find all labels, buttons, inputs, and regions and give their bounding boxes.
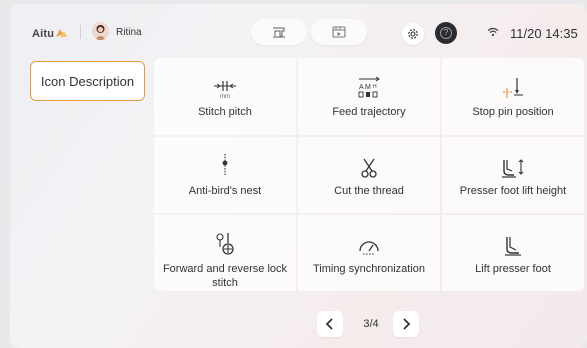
svg-text:A: A: [359, 84, 364, 91]
icon-card-lift-presser-foot: Lift presser foot: [442, 215, 584, 291]
icon-card-stitch-pitch: mm Stitch pitch: [154, 58, 296, 135]
icon-label: Cut the thread: [334, 185, 404, 197]
icon-card-timing-synchronization: Timing synchronization: [298, 215, 440, 291]
icon-label: Stop pin position: [472, 106, 554, 118]
chevron-right-icon: [403, 318, 411, 330]
icon-card-feed-trajectory: A M H Feed trajectory: [298, 58, 440, 135]
media-window-icon: [332, 26, 346, 38]
presser-foot-lift-height-icon: [502, 159, 524, 178]
svg-text:H: H: [373, 84, 377, 90]
icon-card-lock-stitch: Forward and reverse lock stitch: [154, 215, 296, 291]
icon-card-presser-foot-lift-height: Presser foot lift height: [442, 137, 584, 213]
icon-label: Stitch pitch: [198, 106, 252, 118]
scissors-icon: [361, 158, 377, 178]
icon-label: Feed trajectory: [332, 106, 406, 118]
help-icon: ?: [440, 27, 452, 39]
chevron-left-icon: [325, 318, 333, 330]
tab-icon-description[interactable]: Icon Description: [30, 61, 145, 101]
timing-gauge-icon: [359, 241, 379, 255]
icon-card-anti-birds-nest: Anti-bird's nest: [154, 137, 296, 213]
clock: 11/20 14:35: [510, 26, 578, 41]
feed-trajectory-icon: A M H: [358, 76, 380, 98]
machine-button[interactable]: [251, 19, 307, 45]
icon-label: Lift presser foot: [475, 263, 551, 275]
sewing-machine-icon: [273, 27, 285, 38]
brand-name: Aitu: [32, 28, 55, 40]
user-name[interactable]: Ritina: [116, 27, 142, 38]
stitch-pitch-icon: mm: [214, 81, 236, 100]
svg-text:mm: mm: [220, 94, 230, 100]
gear-icon: [408, 29, 418, 39]
next-page-button[interactable]: [393, 311, 419, 337]
pagination: 3/4: [317, 311, 429, 337]
icon-label: Anti-bird's nest: [188, 185, 262, 197]
header-divider: [80, 25, 81, 39]
help-button[interactable]: ?: [435, 22, 457, 44]
stop-pin-position-icon: [503, 78, 523, 98]
screen: Aitu Ritina ? 11/20 14:35 Icon Descripti…: [10, 4, 587, 348]
avatar-image: [92, 22, 109, 40]
icon-card-cut-the-thread: Cut the thread: [298, 137, 440, 213]
top-bar: Aitu Ritina ? 11/20 14:35: [10, 4, 587, 60]
settings-button[interactable]: [402, 23, 424, 45]
icon-label: Forward and reverse lock stitch: [162, 263, 288, 289]
prev-page-button[interactable]: [317, 311, 343, 337]
lock-stitch-icon: [216, 233, 234, 255]
icon-description-grid: mm Stitch pitch A M H Feed trajectory St…: [154, 58, 584, 291]
presser-foot-icon: [505, 237, 521, 256]
wifi-icon: [487, 27, 499, 37]
svg-text:M: M: [365, 84, 371, 91]
brand-logo: Aitu: [32, 26, 68, 40]
icon-label: Presser foot lift height: [459, 185, 567, 197]
logo-mark-icon: [56, 29, 68, 37]
avatar[interactable]: [92, 22, 109, 40]
icon-label: Timing synchronization: [312, 263, 426, 275]
icon-card-stop-pin-position: Stop pin position: [442, 58, 584, 135]
anti-birds-nest-icon: [222, 154, 228, 175]
page-indicator: 3/4: [363, 318, 379, 330]
media-button[interactable]: [311, 19, 367, 45]
